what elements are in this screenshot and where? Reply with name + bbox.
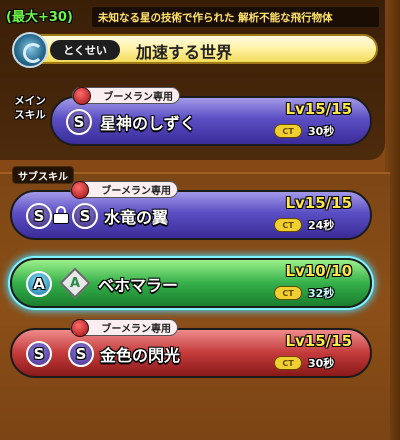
max-plus-badge: (最大+30) [6,10,73,25]
grade-letter: S [73,113,85,131]
skill-level: Lv15/15 [285,332,352,350]
ct-icon: CT [274,356,302,370]
main-skill-label-line2: スキル [14,109,46,121]
ct-icon: CT [274,124,302,138]
restriction-text: ブーメラン専用 [101,186,171,197]
ct-value: 30秒 [308,357,335,370]
grade-s-small-icon: S [72,203,98,229]
main-skill-label-line1: メイン [14,95,46,107]
grade-s-icon: S [66,109,92,135]
restriction-text: ブーメラン専用 [103,92,173,103]
restriction-tag: ブーメラン専用 [70,181,178,199]
skill-name: 水竜の翼 [104,208,169,227]
trait-name: 加速する世界 [136,43,233,62]
grade-s-icon: S [26,203,52,229]
main-skill-label: メイン スキル [12,94,48,122]
grade-s-small-icon: S [68,341,94,367]
restriction-tag: ブーメラン専用 [70,319,178,337]
restriction-tag: ブーメラン専用 [72,87,180,105]
grade-letter: S [79,207,91,225]
sub-skill-card-2[interactable]: A A ベホマラー Lv10/10 CT 32秒 [10,258,372,308]
grade-letter: S [33,207,45,225]
ct-value: 32秒 [308,287,335,300]
weapon-description-text: 未知なる星の技術で作られた 解析不能な飛行物体 [98,11,333,24]
ct-value: 24秒 [308,219,335,232]
weapon-description: 未知なる星の技術で作られた 解析不能な飛行物体 [91,6,380,28]
grade-letter: S [75,345,87,363]
skill-level: Lv15/15 [285,100,352,118]
grade-s-icon: S [26,341,52,367]
lock-icon [53,206,69,224]
skill-name: 金色の閃光 [100,346,181,365]
grade-letter: S [33,345,45,363]
grade-a-diamond-icon: A [59,267,91,299]
grade-a-icon: A [26,271,52,297]
ct-icon: CT [274,286,302,300]
skill-name: 星神のしずく [100,114,196,133]
skill-level: Lv10/10 [285,262,352,280]
sub-skill-card-1[interactable]: ブーメラン専用 S S 水竜の翼 Lv15/15 CT 24秒 [10,181,372,240]
trait-emblem-icon [12,32,48,68]
sub-skill-card-3[interactable]: ブーメラン専用 S S 金色の閃光 Lv15/15 CT 30秒 [10,319,372,378]
ct-value: 30秒 [308,125,335,138]
trait-tag: とくせい [50,40,120,60]
skill-name: ベホマラー [98,276,179,295]
grade-letter: A [33,275,45,293]
main-skill-card[interactable]: ブーメラン専用 S 星神のしずく Lv15/15 CT 30秒 [50,87,372,146]
grade-letter: A [69,275,81,291]
sub-skill-label: サブスキル [12,166,74,184]
skill-level: Lv15/15 [285,194,352,212]
ct-icon: CT [274,218,302,232]
restriction-text: ブーメラン専用 [101,324,171,335]
trait-row[interactable]: とくせい 加速する世界 [12,32,378,68]
